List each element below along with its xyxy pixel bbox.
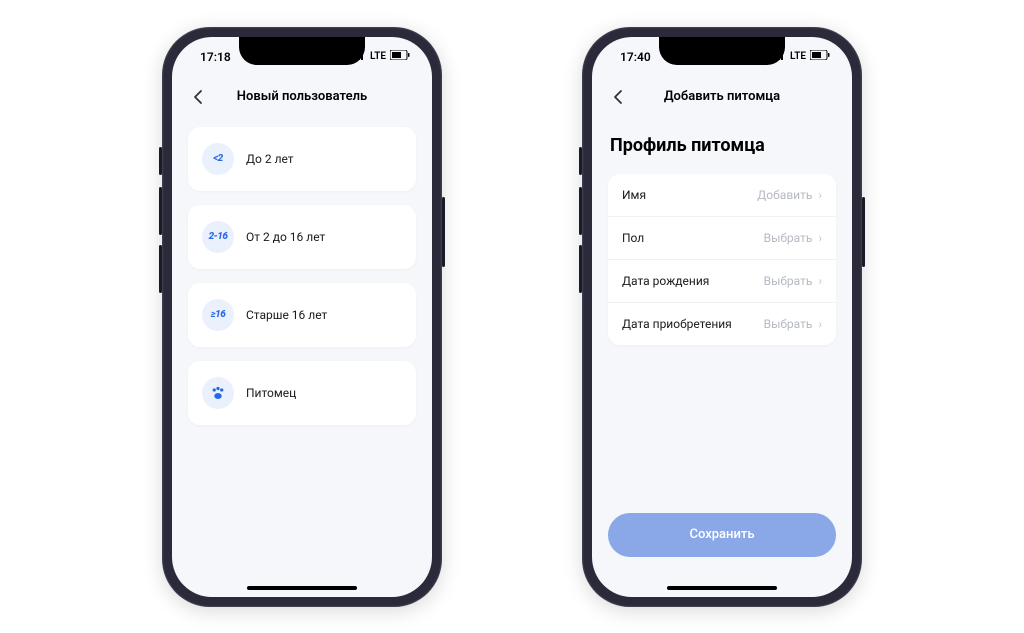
field-label: Дата приобретения [622, 317, 732, 331]
field-label: Имя [622, 188, 646, 202]
form-group: Имя Добавить › Пол Выбрать › Дата рожден… [608, 174, 836, 345]
option-2-to-16[interactable]: 2-16 От 2 до 16 лет [188, 205, 416, 269]
nav-title: Новый пользователь [237, 89, 367, 104]
field-placeholder: Выбрать [764, 274, 813, 288]
badge-2-16-icon: 2-16 [202, 221, 234, 253]
content-left: <2 До 2 лет 2-16 От 2 до 16 лет ≥16 Стар… [172, 117, 432, 577]
field-value: Добавить › [757, 188, 822, 202]
status-time: 17:18 [200, 50, 231, 64]
notch [239, 37, 365, 65]
section-title: Профиль питомца [608, 127, 836, 174]
option-label: Питомец [246, 386, 296, 400]
badge-under-2-icon: <2 [202, 143, 234, 175]
back-button[interactable] [608, 87, 628, 107]
paw-icon [202, 377, 234, 409]
badge-over-16-icon: ≥16 [202, 299, 234, 331]
field-placeholder: Выбрать [764, 231, 813, 245]
nav-title: Добавить питомца [664, 89, 780, 104]
network-label: LTE [790, 51, 806, 62]
home-indicator[interactable] [247, 586, 357, 590]
field-label: Дата рождения [622, 274, 709, 288]
screen-right: 17:40 LTE Добавить питомца Профиль питом… [592, 37, 852, 597]
chevron-left-icon [613, 89, 623, 105]
battery-icon [390, 50, 410, 63]
field-value: Выбрать › [764, 231, 822, 245]
save-button-label: Сохранить [689, 527, 754, 542]
save-button[interactable]: Сохранить [608, 513, 836, 557]
network-label: LTE [370, 51, 386, 62]
back-button[interactable] [188, 87, 208, 107]
chevron-left-icon [193, 89, 203, 105]
option-pet[interactable]: Питомец [188, 361, 416, 425]
screen-left: 17:18 LTE Новый пользователь <2 До 2 лет [172, 37, 432, 597]
phone-frame-left: 17:18 LTE Новый пользователь <2 До 2 лет [162, 27, 442, 607]
phone-frame-right: 17:40 LTE Добавить питомца Профиль питом… [582, 27, 862, 607]
nav-bar: Добавить питомца [592, 77, 852, 117]
field-value: Выбрать › [764, 317, 822, 331]
chevron-right-icon: › [818, 274, 822, 288]
status-time: 17:40 [620, 50, 651, 64]
field-birthdate[interactable]: Дата рождения Выбрать › [608, 260, 836, 303]
field-name[interactable]: Имя Добавить › [608, 174, 836, 217]
option-under-2[interactable]: <2 До 2 лет [188, 127, 416, 191]
option-label: До 2 лет [246, 152, 294, 166]
option-label: От 2 до 16 лет [246, 230, 325, 244]
field-acquisition-date[interactable]: Дата приобретения Выбрать › [608, 303, 836, 345]
chevron-right-icon: › [818, 231, 822, 245]
field-value: Выбрать › [764, 274, 822, 288]
field-placeholder: Выбрать [764, 317, 813, 331]
chevron-right-icon: › [818, 188, 822, 202]
chevron-right-icon: › [818, 317, 822, 331]
battery-icon [810, 50, 830, 63]
content-right: Профиль питомца Имя Добавить › Пол Выбра… [592, 117, 852, 577]
field-label: Пол [622, 231, 644, 245]
home-indicator[interactable] [667, 586, 777, 590]
nav-bar: Новый пользователь [172, 77, 432, 117]
option-label: Старше 16 лет [246, 308, 327, 322]
notch [659, 37, 785, 65]
option-over-16[interactable]: ≥16 Старше 16 лет [188, 283, 416, 347]
field-gender[interactable]: Пол Выбрать › [608, 217, 836, 260]
field-placeholder: Добавить [757, 188, 812, 202]
